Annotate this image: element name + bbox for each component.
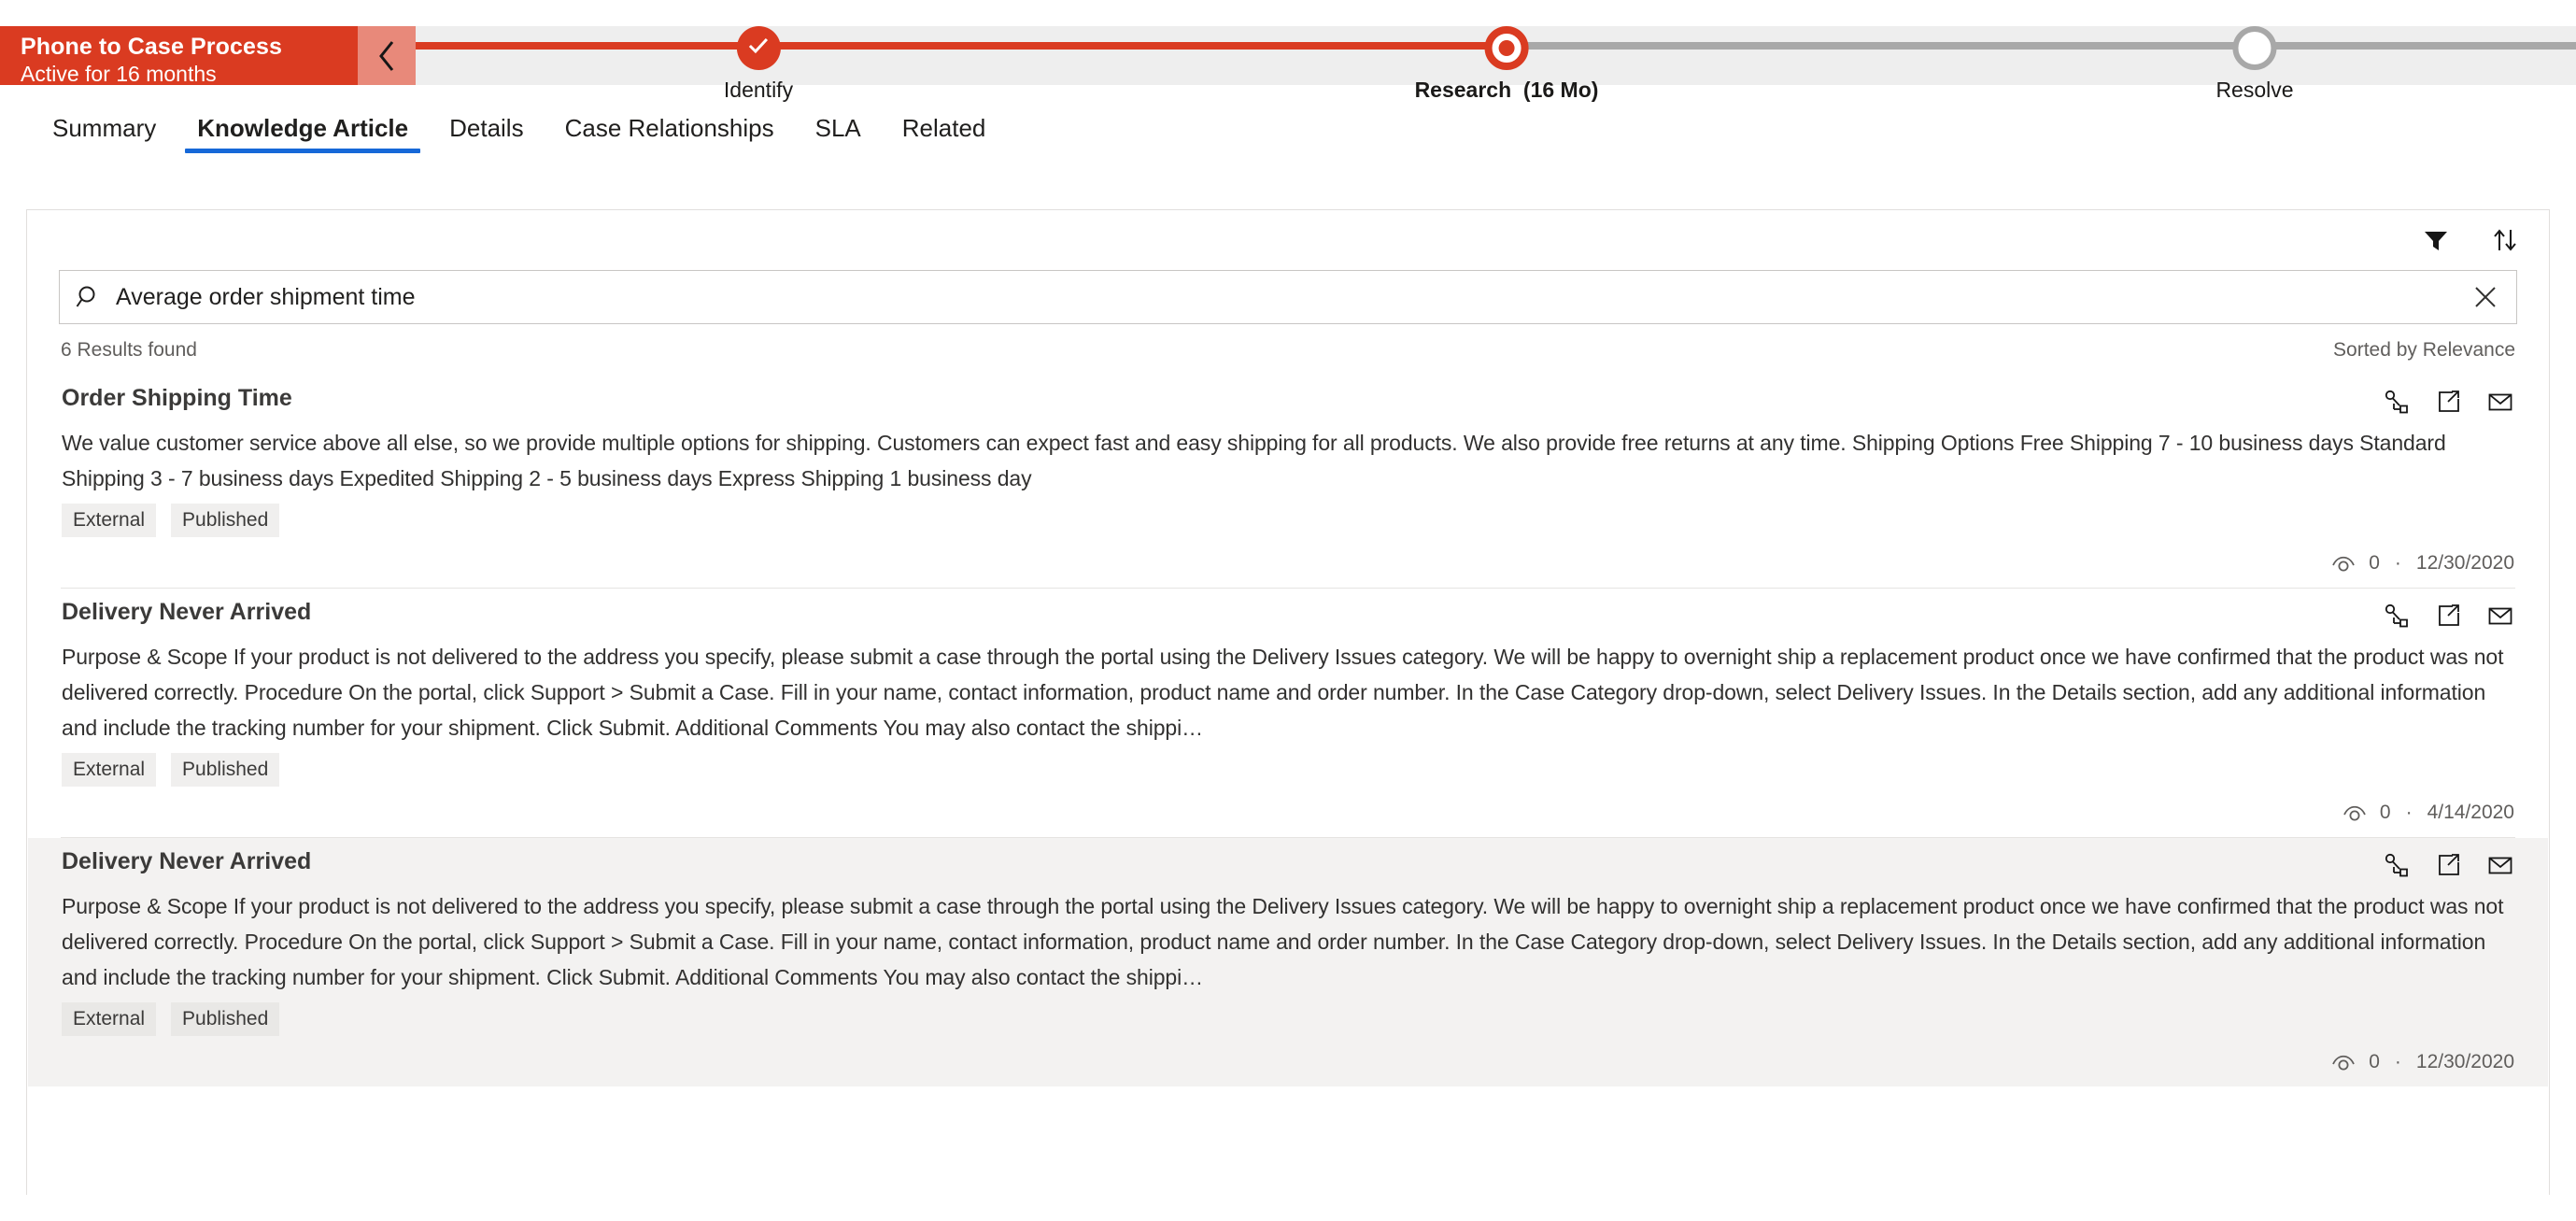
check-icon	[746, 34, 771, 63]
bpf-stage-resolve[interactable]: Resolve	[2215, 21, 2294, 103]
result-snippet: Purpose & Scope If your product is not d…	[62, 894, 2504, 989]
footer-separator: ·	[2394, 1051, 2401, 1072]
search-icon	[75, 283, 103, 311]
bpf-process-duration: Active for 16 months	[21, 62, 217, 86]
knowledge-search-input[interactable]: Average order shipment time	[116, 283, 2460, 311]
sorted-by-label[interactable]: Sorted by Relevance	[2333, 339, 2515, 362]
business-process-flow-header: Phone to Case Process Active for 16 mont…	[0, 0, 2576, 103]
link-article-icon[interactable]	[2382, 851, 2410, 879]
filter-funnel-icon[interactable]	[2420, 224, 2452, 256]
tab-sla[interactable]: SLA	[795, 103, 882, 157]
open-in-new-window-icon[interactable]	[2434, 388, 2462, 416]
tab-summary[interactable]: Summary	[32, 103, 177, 157]
result-view-count: 0	[2379, 802, 2391, 823]
result-date: 12/30/2020	[2415, 552, 2514, 574]
result-snippet: Purpose & Scope If your product is not d…	[62, 645, 2504, 740]
knowledge-result-item[interactable]: Delivery Never Arrived Purpose & Scope I…	[28, 838, 2548, 1086]
result-badges: External Published	[62, 504, 2514, 537]
tab-knowledge-article[interactable]: Knowledge Article	[177, 103, 429, 157]
result-header: Delivery Never Arrived	[62, 598, 2514, 630]
chevron-left-icon	[375, 37, 398, 75]
tab-case-relationships[interactable]: Case Relationships	[545, 103, 795, 157]
result-view-count: 0	[2369, 552, 2380, 574]
status-badge: External	[62, 753, 157, 787]
link-article-icon[interactable]	[2382, 388, 2410, 416]
result-actions	[2382, 847, 2514, 879]
knowledge-result-item[interactable]: Order Shipping Time We value customer se…	[28, 375, 2548, 588]
result-date: 4/14/2020	[2427, 802, 2514, 823]
link-article-icon[interactable]	[2382, 602, 2410, 630]
bpf-stage-identify[interactable]: Identify	[724, 21, 793, 103]
result-badges: External Published	[62, 753, 2514, 787]
open-in-new-window-icon[interactable]	[2434, 602, 2462, 630]
bpf-stage-research-label[interactable]: Research (16 Mo)	[1415, 78, 1599, 103]
result-actions	[2382, 384, 2514, 416]
knowledge-search-panel: Average order shipment time 6 Results fo…	[26, 209, 2550, 1195]
status-badge: Published	[171, 504, 280, 537]
form-tab-strip: Summary Knowledge Article Details Case R…	[0, 103, 2576, 168]
status-badge: External	[62, 504, 157, 537]
result-footer: 0 · 12/30/2020	[62, 1051, 2514, 1073]
status-badge: Published	[171, 1002, 280, 1036]
knowledge-search-row: Average order shipment time	[27, 270, 2549, 324]
bpf-process-name: Phone to Case Process	[21, 34, 282, 60]
eye-views-icon	[2342, 802, 2367, 823]
bpf-stage-research-circle[interactable]	[1484, 26, 1529, 70]
result-view-count: 0	[2369, 1051, 2380, 1072]
eye-views-icon	[2331, 1052, 2356, 1072]
bpf-stage-research-name: Research	[1414, 78, 1512, 102]
bpf-stage-identify-label[interactable]: Identify	[724, 78, 793, 103]
result-title[interactable]: Delivery Never Arrived	[62, 847, 311, 875]
sort-arrows-icon[interactable]	[2489, 224, 2521, 256]
bpf-stage-resolve-label[interactable]: Resolve	[2215, 78, 2293, 103]
result-snippet: We value customer service above all else…	[62, 431, 2446, 490]
bpf-stage-research[interactable]: Research (16 Mo)	[1415, 21, 1599, 103]
result-title[interactable]: Delivery Never Arrived	[62, 598, 311, 626]
result-header: Order Shipping Time	[62, 384, 2514, 416]
footer-separator: ·	[2405, 802, 2413, 823]
bpf-segment-completed	[416, 42, 1507, 50]
status-badge: Published	[171, 753, 280, 787]
email-article-icon[interactable]	[2486, 388, 2514, 416]
tab-related[interactable]: Related	[882, 103, 1007, 157]
result-badges: External Published	[62, 1002, 2514, 1036]
bpf-stage-identify-circle[interactable]	[736, 26, 781, 70]
close-icon[interactable]	[2471, 283, 2499, 311]
bpf-stage-research-duration: (16 Mo)	[1522, 78, 1599, 102]
knowledge-results-meta: 6 Results found Sorted by Relevance	[27, 324, 2549, 375]
results-count-label: 6 Results found	[61, 339, 197, 361]
eye-views-icon	[2331, 553, 2356, 574]
result-date: 12/30/2020	[2415, 1051, 2514, 1072]
knowledge-toolbar	[27, 210, 2549, 270]
result-footer: 0 · 12/30/2020	[62, 552, 2514, 575]
bpf-collapse-button[interactable]	[358, 26, 416, 85]
bpf-title-chip[interactable]: Phone to Case Process Active for 16 mont…	[0, 26, 358, 86]
knowledge-result-item[interactable]: Delivery Never Arrived Purpose & Scope I…	[28, 589, 2548, 837]
open-in-new-window-icon[interactable]	[2434, 851, 2462, 879]
result-header: Delivery Never Arrived	[62, 847, 2514, 879]
bpf-stage-resolve-circle[interactable]	[2232, 26, 2277, 70]
footer-separator: ·	[2394, 552, 2401, 574]
email-article-icon[interactable]	[2486, 602, 2514, 630]
tab-details[interactable]: Details	[429, 103, 544, 157]
status-badge: External	[62, 1002, 157, 1036]
result-footer: 0 · 4/14/2020	[62, 802, 2514, 824]
knowledge-results-list: Order Shipping Time We value customer se…	[27, 375, 2549, 1086]
knowledge-search-box[interactable]: Average order shipment time	[59, 270, 2517, 324]
email-article-icon[interactable]	[2486, 851, 2514, 879]
bpf-progress-track: Identify Research (16 Mo) Resolve	[416, 26, 2576, 102]
result-title[interactable]: Order Shipping Time	[62, 384, 292, 412]
target-icon	[1498, 40, 1515, 56]
result-actions	[2382, 598, 2514, 630]
bpf-segment-remaining	[1507, 42, 2576, 50]
